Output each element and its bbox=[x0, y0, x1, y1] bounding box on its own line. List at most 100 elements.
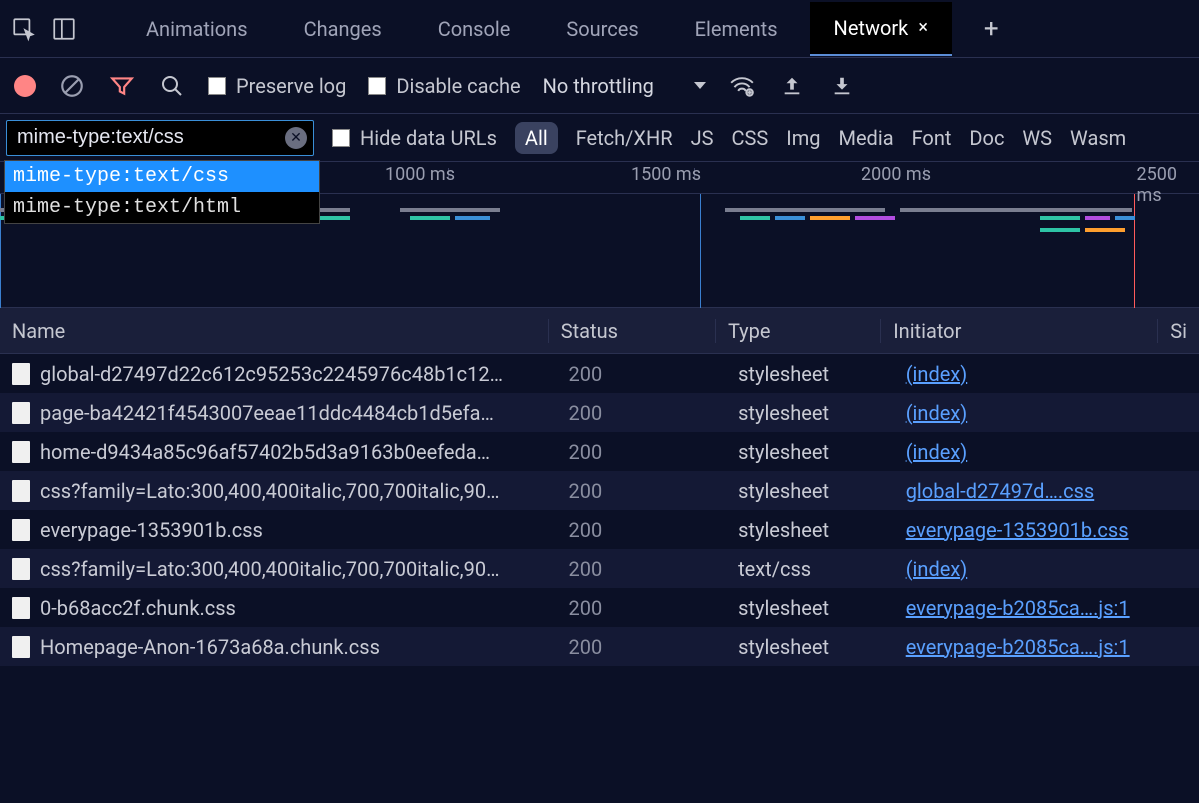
upload-icon[interactable] bbox=[778, 72, 806, 100]
record-button[interactable] bbox=[14, 75, 36, 97]
cell-name: home-d9434a85c96af57402b5d3a9163b0eefeda… bbox=[0, 440, 557, 464]
filter-ws[interactable]: WS bbox=[1022, 126, 1052, 150]
tab-console[interactable]: Console bbox=[414, 3, 535, 55]
cell-status: 200 bbox=[557, 479, 727, 503]
add-tab-button[interactable]: + bbox=[970, 6, 1013, 52]
clear-icon[interactable] bbox=[58, 72, 86, 100]
devtools-tab-bar: Animations Changes Console Sources Eleme… bbox=[0, 0, 1199, 58]
file-icon bbox=[12, 441, 30, 463]
table-row[interactable]: home-d9434a85c96af57402b5d3a9163b0eefeda… bbox=[0, 432, 1199, 471]
filter-css[interactable]: CSS bbox=[731, 126, 768, 150]
table-row[interactable]: Homepage-Anon-1673a68a.chunk.css200style… bbox=[0, 627, 1199, 666]
file-icon bbox=[12, 636, 30, 658]
cell-status: 200 bbox=[557, 635, 727, 659]
initiator-link[interactable]: (index) bbox=[906, 401, 968, 425]
clear-filter-button[interactable]: ✕ bbox=[285, 127, 307, 149]
network-conditions-icon[interactable] bbox=[728, 72, 756, 100]
cell-type: stylesheet bbox=[726, 479, 894, 503]
cell-initiator: (index) bbox=[894, 440, 1175, 464]
table-row[interactable]: global-d27497d22c612c95253c2245976c48b1c… bbox=[0, 354, 1199, 393]
tab-elements[interactable]: Elements bbox=[671, 3, 802, 55]
cell-type: stylesheet bbox=[726, 596, 894, 620]
filter-wasm[interactable]: Wasm bbox=[1070, 126, 1126, 150]
cell-status: 200 bbox=[557, 596, 727, 620]
filter-all[interactable]: All bbox=[515, 122, 558, 154]
file-icon bbox=[12, 363, 30, 385]
initiator-link[interactable]: everypage-1353901b.css bbox=[906, 518, 1129, 542]
tab-network-label: Network bbox=[834, 16, 909, 40]
cell-type: stylesheet bbox=[726, 635, 894, 659]
network-toolbar: Preserve log Disable cache No throttling bbox=[0, 58, 1199, 114]
tick-label: 1000 ms bbox=[385, 164, 455, 185]
cell-status: 200 bbox=[557, 518, 727, 542]
autocomplete-item[interactable]: mime-type:text/html bbox=[5, 192, 319, 223]
table-row[interactable]: css?family=Lato:300,400,400italic,700,70… bbox=[0, 471, 1199, 510]
cell-initiator: (index) bbox=[894, 362, 1175, 386]
column-size[interactable]: Si bbox=[1157, 319, 1199, 343]
close-icon[interactable]: × bbox=[918, 17, 928, 38]
tab-network[interactable]: Network × bbox=[810, 2, 952, 56]
cell-name: global-d27497d22c612c95253c2245976c48b1c… bbox=[0, 362, 557, 386]
checkbox-icon bbox=[332, 129, 350, 147]
filter-doc[interactable]: Doc bbox=[969, 126, 1004, 150]
initiator-link[interactable]: global-d27497d….css bbox=[906, 479, 1095, 503]
tick-label: 1500 ms bbox=[631, 164, 701, 185]
filter-input-container: ✕ bbox=[6, 120, 314, 156]
cell-name: css?family=Lato:300,400,400italic,700,70… bbox=[0, 479, 557, 503]
cell-initiator: everypage-b2085ca….js:1 bbox=[894, 596, 1175, 620]
initiator-link[interactable]: (index) bbox=[906, 362, 968, 386]
column-initiator[interactable]: Initiator bbox=[880, 319, 1157, 343]
table-row[interactable]: page-ba42421f4543007eeae11ddc4484cb1d5ef… bbox=[0, 393, 1199, 432]
search-icon[interactable] bbox=[158, 72, 186, 100]
column-type[interactable]: Type bbox=[715, 319, 880, 343]
checkbox-icon bbox=[368, 77, 386, 95]
preserve-log-checkbox[interactable]: Preserve log bbox=[208, 74, 346, 98]
cell-type: stylesheet bbox=[726, 401, 894, 425]
initiator-link[interactable]: everypage-b2085ca….js:1 bbox=[906, 596, 1130, 620]
file-icon bbox=[12, 597, 30, 619]
tab-sources[interactable]: Sources bbox=[542, 3, 662, 55]
cell-name: page-ba42421f4543007eeae11ddc4484cb1d5ef… bbox=[0, 401, 557, 425]
disable-cache-label: Disable cache bbox=[396, 74, 520, 98]
filter-icon[interactable] bbox=[108, 72, 136, 100]
initiator-link[interactable]: (index) bbox=[906, 557, 968, 581]
preserve-log-label: Preserve log bbox=[236, 74, 346, 98]
cell-name: 0-b68acc2f.chunk.css bbox=[0, 596, 557, 620]
cell-type: stylesheet bbox=[726, 518, 894, 542]
chevron-down-icon bbox=[694, 82, 706, 89]
column-name[interactable]: Name bbox=[0, 319, 548, 343]
cell-initiator: global-d27497d….css bbox=[894, 479, 1175, 503]
table-row[interactable]: css?family=Lato:300,400,400italic,700,70… bbox=[0, 549, 1199, 588]
checkbox-icon bbox=[208, 77, 226, 95]
initiator-link[interactable]: everypage-b2085ca….js:1 bbox=[906, 635, 1130, 659]
filter-img[interactable]: Img bbox=[786, 126, 820, 150]
column-status[interactable]: Status bbox=[548, 319, 715, 343]
filter-autocomplete: mime-type:text/css mime-type:text/html bbox=[4, 160, 320, 224]
filter-fetchxhr[interactable]: Fetch/XHR bbox=[576, 126, 673, 150]
filter-js[interactable]: JS bbox=[691, 126, 714, 150]
filter-bar: ✕ Hide data URLs All Fetch/XHR JS CSS Im… bbox=[0, 114, 1199, 162]
cell-status: 200 bbox=[557, 362, 727, 386]
tab-changes[interactable]: Changes bbox=[280, 3, 406, 55]
disable-cache-checkbox[interactable]: Disable cache bbox=[368, 74, 520, 98]
throttling-value: No throttling bbox=[543, 74, 654, 98]
download-icon[interactable] bbox=[828, 72, 856, 100]
throttling-select[interactable]: No throttling bbox=[543, 74, 706, 98]
cell-status: 200 bbox=[557, 401, 727, 425]
table-row[interactable]: everypage-1353901b.css200stylesheetevery… bbox=[0, 510, 1199, 549]
cell-type: stylesheet bbox=[726, 440, 894, 464]
inspect-icon[interactable] bbox=[8, 13, 40, 45]
filter-media[interactable]: Media bbox=[838, 126, 893, 150]
initiator-link[interactable]: (index) bbox=[906, 440, 968, 464]
filter-input[interactable] bbox=[17, 126, 285, 149]
cell-status: 200 bbox=[557, 440, 727, 464]
table-row[interactable]: 0-b68acc2f.chunk.css200stylesheet everypa… bbox=[0, 588, 1199, 627]
file-icon bbox=[12, 519, 30, 541]
filter-font[interactable]: Font bbox=[912, 126, 952, 150]
hide-data-urls-checkbox[interactable]: Hide data URLs bbox=[332, 126, 497, 150]
autocomplete-item[interactable]: mime-type:text/css bbox=[5, 161, 319, 192]
device-toggle-icon[interactable] bbox=[48, 13, 80, 45]
request-table-header: Name Status Type Initiator Si bbox=[0, 308, 1199, 354]
file-icon bbox=[12, 480, 30, 502]
tab-animations[interactable]: Animations bbox=[122, 3, 272, 55]
